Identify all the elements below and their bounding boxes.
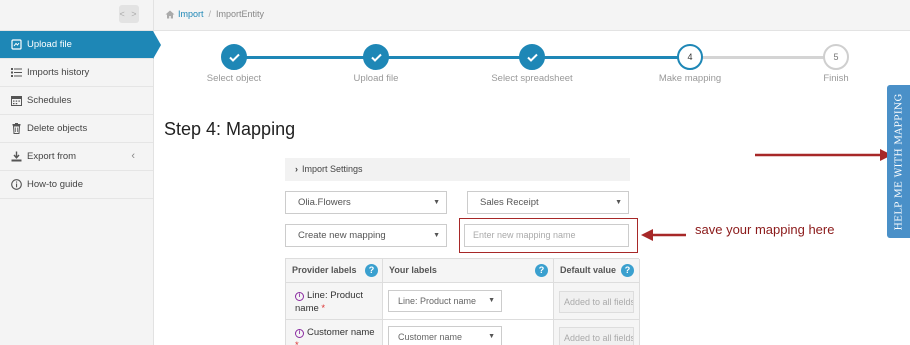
annotation-note: save your mapping here xyxy=(695,222,835,237)
arrow-to-mapping-input xyxy=(641,229,686,241)
help-tab-label: HELP ME WITH MAPPING xyxy=(893,93,904,230)
app-root: < > Upload file Imports history Schedule… xyxy=(0,0,910,345)
arrow-to-help-tab xyxy=(755,149,892,161)
annotation-arrows xyxy=(641,149,892,241)
help-with-mapping-tab[interactable]: HELP ME WITH MAPPING xyxy=(887,85,910,238)
